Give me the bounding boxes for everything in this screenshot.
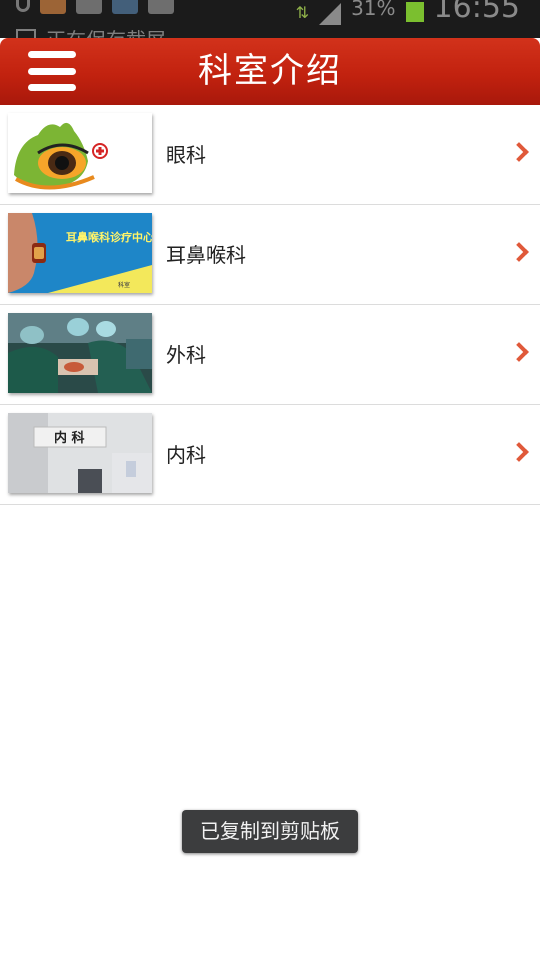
signal-icon bbox=[319, 2, 342, 25]
thumb-caption: 耳鼻喉科诊疗中心 bbox=[66, 230, 152, 244]
chevron-right-icon bbox=[509, 342, 529, 362]
clock: 16:55 bbox=[433, 0, 520, 25]
list-item-ent[interactable]: 耳鼻喉科诊疗中心 科室 耳鼻喉科 bbox=[0, 205, 540, 305]
thumb-caption: 内 科 bbox=[54, 430, 85, 446]
title-bar: 科室介绍 bbox=[0, 38, 540, 105]
department-list: 眼科 耳鼻喉科诊疗中心 科室 耳鼻喉科 外科 内 科 内科 bbox=[0, 105, 540, 505]
surgery-dept-thumbnail bbox=[8, 313, 152, 393]
data-transfer-icon: ⇅ bbox=[295, 3, 310, 22]
status-notice-text: 正在保存截屏 bbox=[46, 24, 166, 38]
internal-dept-thumbnail: 内 科 bbox=[8, 413, 152, 493]
list-item-eye[interactable]: 眼科 bbox=[0, 105, 540, 205]
battery-icon bbox=[405, 1, 424, 22]
list-item-surgery[interactable]: 外科 bbox=[0, 305, 540, 405]
list-item-label: 外科 bbox=[166, 343, 206, 367]
system-icons: ⇅ 31% 16:55 bbox=[296, 0, 520, 25]
image-icon bbox=[76, 0, 102, 14]
status-bar: 正在保存截屏 ⇅ 31% 16:55 bbox=[0, 0, 540, 38]
app-notification-icon bbox=[40, 0, 66, 14]
svg-text:科室: 科室 bbox=[118, 281, 130, 289]
chevron-right-icon bbox=[509, 442, 529, 462]
ent-dept-thumbnail: 耳鼻喉科诊疗中心 科室 bbox=[8, 213, 152, 293]
status-notice: 正在保存截屏 bbox=[16, 24, 166, 38]
app-notification-icon bbox=[148, 0, 174, 14]
copied-toast: 已复制到剪贴板 bbox=[182, 810, 358, 853]
list-item-label: 眼科 bbox=[166, 143, 206, 167]
battery-percent: 31% bbox=[351, 0, 396, 20]
page-title: 科室介绍 bbox=[198, 51, 342, 91]
notification-icons bbox=[16, 0, 174, 14]
list-item-label: 耳鼻喉科 bbox=[166, 243, 246, 267]
screenshot-checkbox-icon bbox=[16, 28, 36, 38]
chevron-right-icon bbox=[509, 142, 529, 162]
list-item-internal[interactable]: 内 科 内科 bbox=[0, 405, 540, 505]
eye-dept-thumbnail bbox=[8, 113, 152, 193]
usb-icon bbox=[16, 0, 30, 12]
chevron-right-icon bbox=[509, 242, 529, 262]
screenshot-icon bbox=[112, 0, 138, 14]
hamburger-menu-icon[interactable] bbox=[28, 51, 76, 91]
list-item-label: 内科 bbox=[166, 443, 206, 467]
